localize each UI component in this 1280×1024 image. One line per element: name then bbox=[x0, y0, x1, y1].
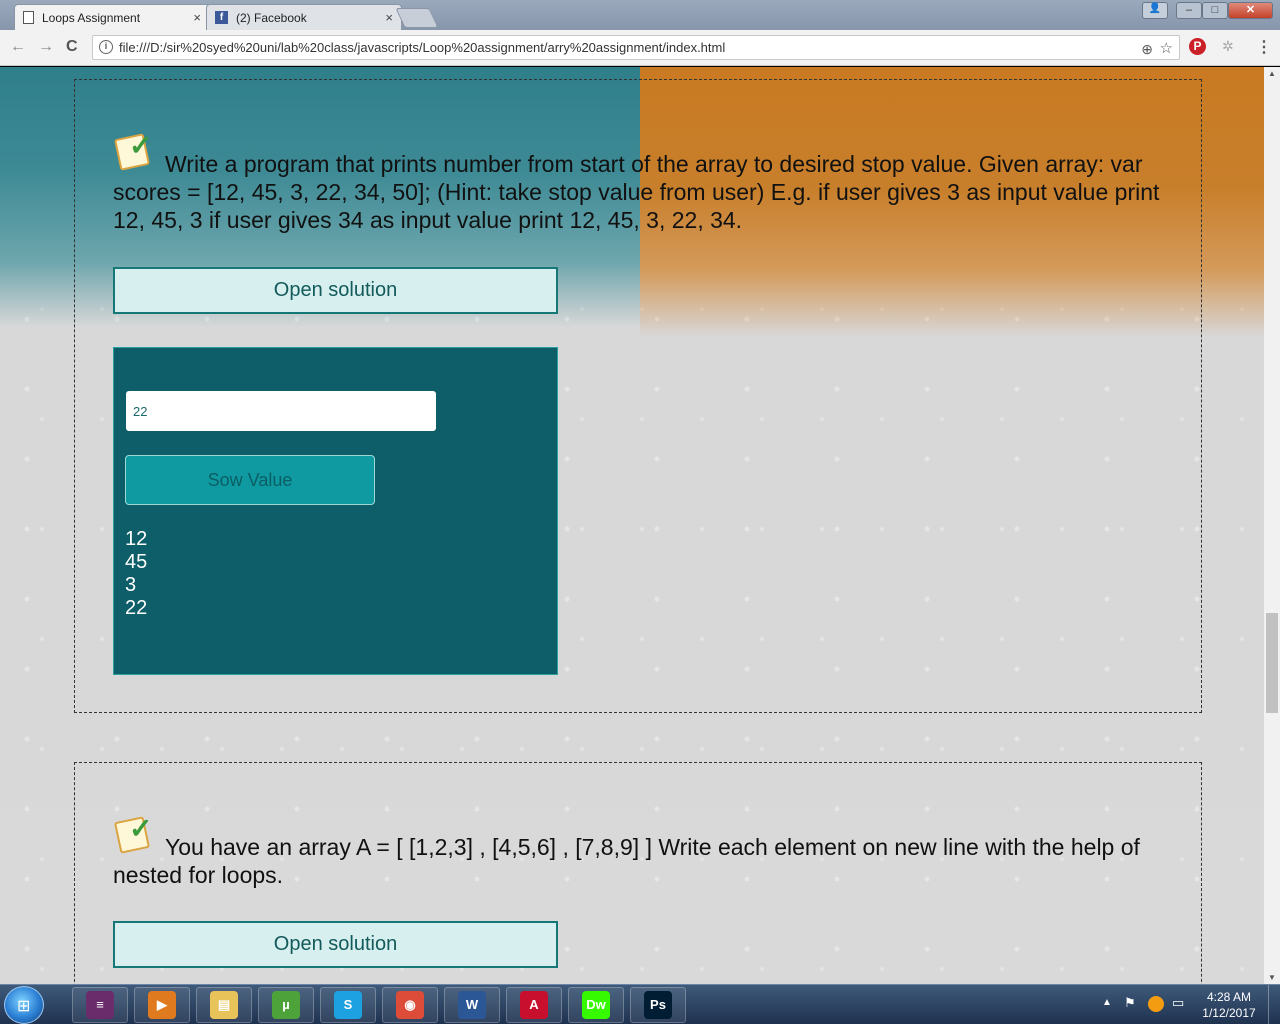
open-solution-button[interactable]: Open solution bbox=[113, 267, 558, 314]
checklist-icon: ✓ bbox=[113, 815, 159, 854]
network-icon[interactable]: ▭ bbox=[1172, 995, 1184, 1011]
show-value-button[interactable]: Sow Value bbox=[125, 455, 375, 505]
document-icon bbox=[23, 11, 34, 24]
zoom-icon[interactable]: ⊕ bbox=[1141, 38, 1153, 61]
scroll-down-arrow-icon[interactable]: ▼ bbox=[1268, 973, 1276, 982]
minimize-button[interactable]: – bbox=[1176, 2, 1202, 19]
acrobat-icon: A bbox=[520, 991, 548, 1019]
window-close-button[interactable]: ✕ bbox=[1228, 2, 1273, 19]
tab-title: (2) Facebook bbox=[236, 10, 307, 25]
task-text: Write a program that prints number from … bbox=[113, 151, 1160, 233]
word-icon: W bbox=[458, 991, 486, 1019]
show-desktop-button[interactable] bbox=[1268, 985, 1280, 1024]
show-hidden-icons-icon[interactable]: ▲ bbox=[1102, 997, 1112, 1008]
maximize-button[interactable]: □ bbox=[1202, 2, 1228, 19]
close-icon[interactable]: × bbox=[385, 10, 393, 25]
extension-icon[interactable]: ✲ bbox=[1222, 38, 1234, 55]
tab-title: Loops Assignment bbox=[42, 10, 141, 25]
taskbar-skype[interactable]: S bbox=[320, 987, 376, 1023]
scroll-up-arrow-icon[interactable]: ▲ bbox=[1268, 69, 1276, 78]
task-description: ✓ You have an array A = [ [1,2,3] , [4,5… bbox=[113, 815, 1173, 889]
tray-app-icon[interactable] bbox=[1148, 996, 1164, 1012]
forward-icon[interactable]: → bbox=[38, 38, 54, 56]
taskbar-photoshop[interactable]: Ps bbox=[630, 987, 686, 1023]
output-line: 45 bbox=[125, 551, 148, 573]
tab-facebook[interactable]: f (2) Facebook × bbox=[206, 4, 402, 30]
skype-icon: S bbox=[334, 991, 362, 1019]
clock-date: 1/12/2017 bbox=[1202, 1006, 1256, 1020]
output-line: 22 bbox=[125, 597, 148, 619]
close-icon[interactable]: × bbox=[193, 10, 201, 25]
media-player-icon: ▶ bbox=[148, 991, 176, 1019]
start-button[interactable]: ⊞ bbox=[4, 986, 44, 1024]
taskbar-chrome[interactable]: ◉ bbox=[382, 987, 438, 1023]
pinterest-icon[interactable]: P bbox=[1189, 38, 1206, 55]
taskbar-utorrent[interactable]: µ bbox=[258, 987, 314, 1023]
bookmark-star-icon[interactable]: ☆ bbox=[1160, 37, 1173, 60]
scrollbar-thumb[interactable] bbox=[1266, 613, 1278, 713]
task-text: You have an array A = [ [1,2,3] , [4,5,6… bbox=[113, 834, 1140, 888]
taskbar-dreamweaver[interactable]: Dw bbox=[568, 987, 624, 1023]
taskbar-media-player[interactable]: ▶ bbox=[134, 987, 190, 1023]
windows-taskbar: ⊞ ≡ ▶ ▤ µ S ◉ W A Dw Ps ▲ ⚑ ▭ 4:28 AM 1/12/2017 bbox=[0, 984, 1280, 1024]
tab-loops-assignment[interactable]: Loops Assignment × bbox=[14, 4, 210, 30]
dreamweaver-icon: Dw bbox=[582, 991, 610, 1019]
solution-panel: Sow Value 12 45 3 22 bbox=[113, 347, 558, 675]
taskbar-file-explorer[interactable]: ▤ bbox=[196, 987, 252, 1023]
info-icon[interactable]: i bbox=[99, 40, 113, 54]
output-list: 12 45 3 22 bbox=[125, 528, 147, 620]
address-bar[interactable]: i file:///D:/sir%20syed%20uni/lab%20clas… bbox=[92, 35, 1180, 60]
page-viewport: ✓ Write a program that prints number fro… bbox=[0, 67, 1264, 984]
open-solution-button[interactable]: Open solution bbox=[113, 921, 558, 968]
output-line: 3 bbox=[125, 574, 137, 596]
clock-time: 4:28 AM bbox=[1206, 990, 1252, 1004]
stop-value-input[interactable] bbox=[126, 391, 436, 431]
reload-icon[interactable]: C bbox=[66, 38, 78, 56]
task-description: ✓ Write a program that prints number fro… bbox=[113, 132, 1173, 234]
taskbar-word[interactable]: W bbox=[444, 987, 500, 1023]
tab-strip: Loops Assignment × f (2) Facebook × 👤 – … bbox=[0, 0, 1280, 30]
browser-toolbar: ← → C i file:///D:/sir%20syed%20uni/lab%… bbox=[0, 30, 1280, 66]
menu-icon[interactable]: ⋮ bbox=[1256, 37, 1272, 57]
clock[interactable]: 4:28 AM 1/12/2017 bbox=[1196, 989, 1262, 1021]
task-card-2: ✓ You have an array A = [ [1,2,3] , [4,5… bbox=[74, 762, 1202, 984]
photoshop-icon: Ps bbox=[644, 991, 672, 1019]
windows-logo-icon: ⊞ bbox=[17, 998, 31, 1015]
task-card-1: ✓ Write a program that prints number fro… bbox=[74, 79, 1202, 713]
checklist-icon: ✓ bbox=[113, 132, 159, 171]
file-explorer-icon: ▤ bbox=[210, 991, 238, 1019]
profile-button[interactable]: 👤 bbox=[1142, 2, 1168, 19]
facebook-icon: f bbox=[215, 11, 228, 24]
vertical-scrollbar[interactable]: ▲ ▼ bbox=[1264, 67, 1280, 984]
taskbar-winrar[interactable]: ≡ bbox=[72, 987, 128, 1023]
action-center-flag-icon[interactable]: ⚑ bbox=[1124, 995, 1136, 1011]
back-icon[interactable]: ← bbox=[10, 38, 26, 56]
utorrent-icon: µ bbox=[272, 991, 300, 1019]
taskbar-acrobat[interactable]: A bbox=[506, 987, 562, 1023]
chrome-icon: ◉ bbox=[396, 991, 424, 1019]
output-line: 12 bbox=[125, 528, 148, 550]
winrar-icon: ≡ bbox=[86, 991, 114, 1019]
url-text: file:///D:/sir%20syed%20uni/lab%20class/… bbox=[119, 40, 726, 55]
